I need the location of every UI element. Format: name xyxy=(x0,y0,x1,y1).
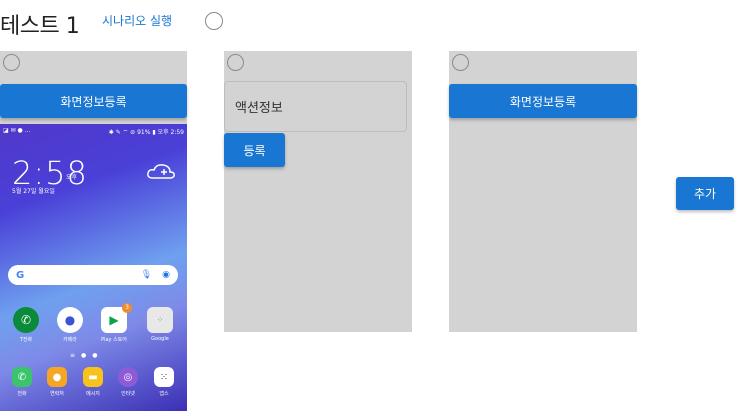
app-label: 메시지 xyxy=(86,391,100,397)
page-title: 테스트 1 xyxy=(0,14,80,39)
panel-3-radio-button[interactable] xyxy=(452,54,469,71)
app-label: Play 스토어 xyxy=(101,337,127,343)
phone-screenshot: ◪ ✉ ● ... ✱ ✎ ⌔ ⊘ 91% ▮ 오후 2:59 2:58 오후 … xyxy=(0,124,187,411)
app-camera: ● 카메라 xyxy=(52,307,88,343)
status-right: ✱ ✎ ⌔ ⊘ 91% ▮ 오후 2:59 xyxy=(108,129,184,136)
register-screen-info-button-1[interactable]: 화면정보등록 xyxy=(0,84,187,118)
app-contacts: ● 연락처 xyxy=(39,367,75,397)
app-label: 인터넷 xyxy=(121,391,135,397)
phone-ampm: 오후 xyxy=(66,174,78,181)
app-label: T전화 xyxy=(19,337,33,343)
app-apps: ⁙ 앱스 xyxy=(146,367,182,397)
app-tphone: ✆ T전화 xyxy=(8,307,44,343)
status-left: ◪ ✉ ● ... xyxy=(3,127,31,134)
app-label: 전화 xyxy=(17,391,27,397)
register-screen-info-button-3[interactable]: 화면정보등록 xyxy=(449,84,637,118)
app-label: 연락처 xyxy=(50,391,64,397)
register-button[interactable]: 등록 xyxy=(224,133,285,167)
panel-1-radio-button[interactable] xyxy=(3,54,20,71)
contacts-icon: ● xyxy=(47,367,67,387)
app-label: 앱스 xyxy=(159,391,169,397)
app-label: Google xyxy=(151,336,169,342)
messages-icon: ▬ xyxy=(83,367,103,387)
app-label: 카메라 xyxy=(63,337,77,343)
phone-status-bar: ◪ ✉ ● ... ✱ ✎ ⌔ ⊘ 91% ▮ 오후 2:59 xyxy=(0,124,187,138)
camera-icon: ● xyxy=(57,307,83,333)
mic-icon: 🎙 xyxy=(140,270,153,280)
app-google-folder: ⁘ Google xyxy=(142,307,178,342)
title-radio-button[interactable] xyxy=(205,12,223,30)
run-scenario-link[interactable]: 시나리오 실행 xyxy=(102,12,172,29)
internet-icon: ◎ xyxy=(118,367,138,387)
play-badge: 3 xyxy=(122,303,132,313)
google-logo: G xyxy=(16,269,25,281)
page-indicator: ≡●● xyxy=(70,352,104,359)
weather-cloud-icon xyxy=(147,164,175,179)
app-internet: ◎ 인터넷 xyxy=(110,367,146,397)
phone-date: 5월 27일 월요일 xyxy=(12,188,55,195)
apps-grid-icon: ⁙ xyxy=(154,367,174,387)
add-button[interactable]: 추가 xyxy=(676,177,734,210)
phone-icon: ✆ xyxy=(13,307,39,333)
app-dialer: ✆ 전화 xyxy=(4,367,40,397)
panel-2-radio-button[interactable] xyxy=(227,54,244,71)
phone-google-search-bar: G 🎙 ◉ xyxy=(8,265,178,285)
app-messages: ▬ 메시지 xyxy=(75,367,111,397)
lens-icon: ◉ xyxy=(162,270,170,280)
google-folder-icon: ⁘ xyxy=(147,307,173,333)
dialer-icon: ✆ xyxy=(12,367,32,387)
app-play-store: ▶ Play 스토어 3 xyxy=(96,303,132,343)
action-info-input[interactable]: 액션정보 xyxy=(224,81,407,132)
